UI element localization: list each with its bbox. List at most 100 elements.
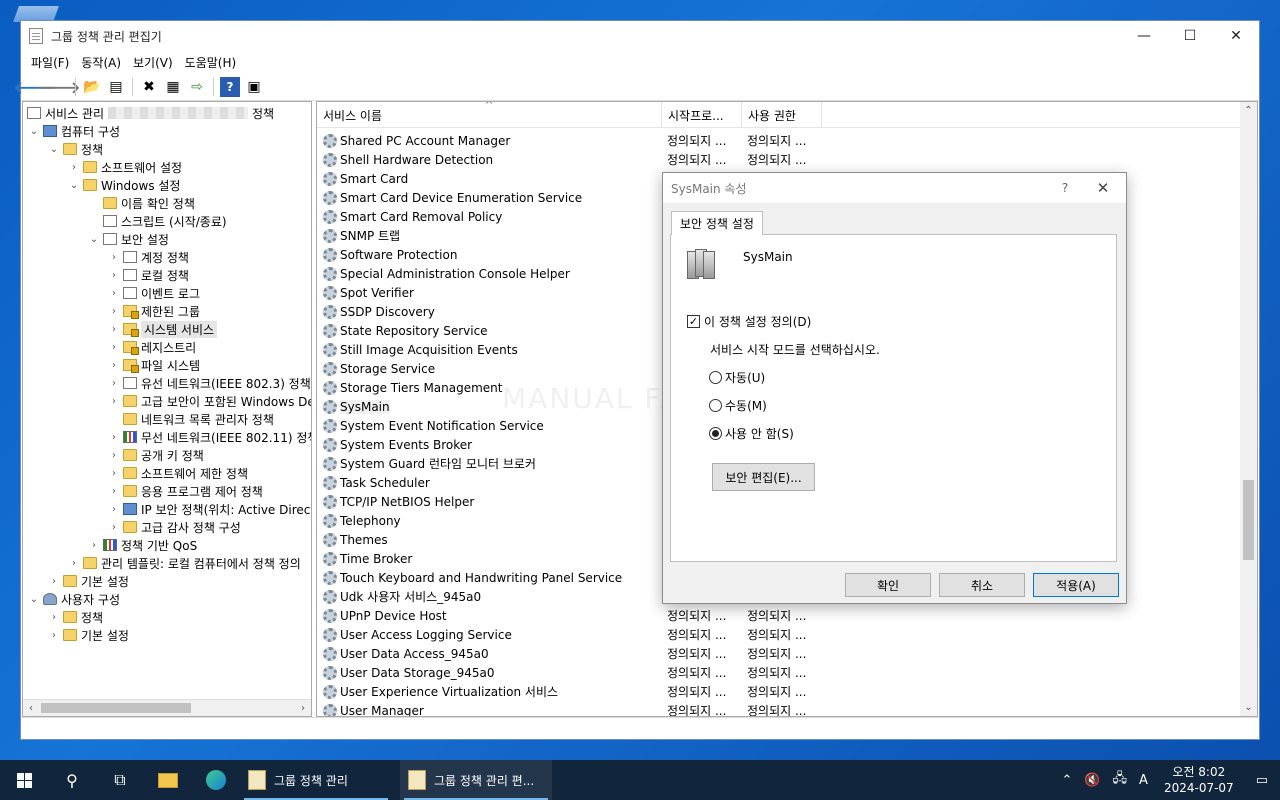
radio-automatic[interactable] <box>709 371 722 384</box>
show-hide-tree-icon[interactable]: ▤ <box>106 77 126 97</box>
expand-chevron-icon[interactable]: › <box>107 522 121 533</box>
help-icon[interactable]: ? <box>220 76 240 97</box>
define-policy-label[interactable]: 이 정책 설정 정의(D) <box>704 313 811 330</box>
cancel-button[interactable]: 취소 <box>939 573 1025 597</box>
collapse-chevron-icon[interactable]: ⌄ <box>87 234 101 245</box>
list-item[interactable]: User Data Storage_945a0 정의되지 ... 정의되지 ... <box>317 663 827 682</box>
network-icon[interactable]: 🖧 <box>1107 769 1134 791</box>
expand-chevron-icon[interactable]: › <box>107 396 121 407</box>
expand-chevron-icon[interactable]: › <box>107 306 121 317</box>
define-policy-checkbox[interactable]: ✓ <box>687 315 700 328</box>
tree-horizontal-scrollbar[interactable]: ‹ › <box>23 699 311 716</box>
tree-pane[interactable]: 서비스 관리 정책 ⌄ 컴퓨터 구성 ⌄ 정책 › 소프트웨어 설정 ⌄ Windows… <box>22 101 312 717</box>
expand-chevron-icon[interactable]: › <box>47 612 61 623</box>
tree-item-system-services[interactable]: › 시스템 서비스 <box>107 320 218 338</box>
tree-item-wired-network[interactable]: › 유선 네트워크(IEEE 802.3) 정책 <box>107 374 311 392</box>
list-vertical-scrollbar[interactable]: ⌃ ⌄ <box>1240 102 1257 716</box>
list-item[interactable]: User Manager 정의되지 ... 정의되지 ... <box>317 701 827 716</box>
list-item[interactable]: UPnP Device Host 정의되지 ... 정의되지 ... <box>317 606 827 625</box>
radio-manual-row[interactable]: 수동(M) <box>709 397 767 414</box>
tree-item-public-key[interactable]: › 공개 키 정책 <box>107 446 204 464</box>
tree-item-wireless-network[interactable]: › 무선 네트워크(IEEE 802.11) 정책 <box>107 428 311 446</box>
clock[interactable]: 오전 8:02 2024-07-07 <box>1154 764 1244 796</box>
collapse-chevron-icon[interactable]: ⌄ <box>27 126 41 137</box>
edit-security-button[interactable]: 보안 편집(E)... <box>712 463 815 491</box>
ok-button[interactable]: 확인 <box>845 573 931 597</box>
tree-item-restricted-groups[interactable]: › 제한된 그룹 <box>107 302 200 320</box>
view-icon[interactable]: ▣ <box>244 77 264 97</box>
tree-item-windows-settings[interactable]: ⌄ Windows 설정 <box>67 176 181 194</box>
ime-indicator[interactable]: A <box>1133 773 1154 788</box>
tree-item-software-restriction[interactable]: › 소프트웨어 제한 정책 <box>107 464 248 482</box>
expand-chevron-icon[interactable]: › <box>107 342 121 353</box>
scroll-left-icon[interactable]: ‹ <box>23 700 39 716</box>
menu-view[interactable]: 보기(V) <box>127 54 179 71</box>
expand-chevron-icon[interactable]: › <box>107 270 121 281</box>
tree-item-qos[interactable]: › 정책 기반 QoS <box>87 536 197 554</box>
radio-disabled-row[interactable]: 사용 안 함(S) <box>709 425 794 442</box>
tree-item-network-list-manager[interactable]: 네트워크 목록 관리자 정책 <box>107 410 274 428</box>
radio-disabled-label[interactable]: 사용 안 함(S) <box>725 425 794 442</box>
apply-button[interactable]: 적용(A) <box>1033 573 1119 597</box>
expand-chevron-icon[interactable]: › <box>47 630 61 641</box>
scrollbar-thumb[interactable] <box>41 703 191 713</box>
expand-chevron-icon[interactable]: › <box>107 450 121 461</box>
tree-item-local-policies[interactable]: › 로컬 정책 <box>107 266 189 284</box>
notification-icon[interactable]: ▭ <box>1244 773 1280 788</box>
taskbar-app-gpmc[interactable]: 그룹 정책 관리 <box>240 760 392 800</box>
scroll-up-icon[interactable]: ⌃ <box>1240 102 1257 119</box>
list-item[interactable]: User Experience Virtualization 서비스 정의되지 .… <box>317 682 827 701</box>
tree-item-scripts[interactable]: 스크립트 (시작/종료) <box>87 212 227 230</box>
volume-muted-icon[interactable]: 🔇 <box>1078 773 1106 788</box>
radio-manual-label[interactable]: 수동(M) <box>725 397 767 414</box>
collapse-chevron-icon[interactable]: ⌄ <box>47 144 61 155</box>
tree-item-event-log[interactable]: › 이벤트 로그 <box>107 284 200 302</box>
tab-security-policy-setting[interactable]: 보안 정책 설정 <box>671 211 763 235</box>
list-item[interactable]: User Access Logging Service 정의되지 ... 정의되지 … <box>317 625 827 644</box>
start-button[interactable] <box>0 760 48 800</box>
export-list-icon[interactable]: ⇨ <box>187 77 207 97</box>
expand-chevron-icon[interactable]: › <box>107 288 121 299</box>
radio-disabled[interactable] <box>709 427 722 440</box>
tree-item-computer-config[interactable]: ⌄ 컴퓨터 구성 <box>27 122 120 140</box>
chevron-up-icon[interactable]: ⌃ <box>1055 773 1078 788</box>
task-view-icon[interactable]: ⧉ <box>96 760 144 800</box>
edge-browser-icon[interactable] <box>192 760 240 800</box>
tree-item-ip-security[interactable]: ›IP 보안 정책(위치: Active Directory) <box>107 500 311 518</box>
collapse-chevron-icon[interactable]: ⌄ <box>67 180 81 191</box>
forward-arrow-icon[interactable]: 🡒 <box>38 77 81 97</box>
tree-root[interactable]: 서비스 관리 정책 <box>25 104 274 122</box>
menu-action[interactable]: 동작(A) <box>75 54 127 71</box>
delete-icon[interactable]: ✖ <box>139 77 159 97</box>
properties-icon[interactable]: ▦ <box>163 77 183 97</box>
tree-item-security-settings[interactable]: ⌄ 보안 설정 <box>87 230 169 248</box>
tree-item-file-system[interactable]: › 파일 시스템 <box>107 356 200 374</box>
expand-chevron-icon[interactable]: › <box>107 252 121 263</box>
expand-chevron-icon[interactable]: › <box>67 558 81 569</box>
tree-item-user-config[interactable]: ⌄ 사용자 구성 <box>27 590 120 608</box>
tree-item-advanced-audit[interactable]: › 고급 감사 정책 구성 <box>107 518 241 536</box>
scroll-down-icon[interactable]: ⌄ <box>1240 699 1257 716</box>
tree-item-user-preferences[interactable]: › 기본 설정 <box>47 626 129 644</box>
up-folder-icon[interactable]: 📂 <box>82 77 102 97</box>
column-header-service-name[interactable]: ^ 서비스 이름 <box>317 102 662 128</box>
search-icon[interactable]: ⚲ <box>48 760 96 800</box>
tree-item-account-policies[interactable]: › 계정 정책 <box>107 248 189 266</box>
scrollbar-thumb[interactable] <box>1243 480 1254 560</box>
expand-chevron-icon[interactable]: › <box>107 324 121 335</box>
file-explorer-icon[interactable] <box>144 760 192 800</box>
dialog-close-button[interactable]: ✕ <box>1080 179 1126 197</box>
expand-chevron-icon[interactable]: › <box>67 162 81 173</box>
expand-chevron-icon[interactable]: › <box>107 360 121 371</box>
help-question-icon[interactable]: ? <box>1050 181 1080 195</box>
column-header-startup[interactable]: 시작프로... <box>662 102 742 128</box>
tree-item-name-resolution[interactable]: 이름 확인 정책 <box>87 194 195 212</box>
define-policy-checkbox-row[interactable]: ✓ 이 정책 설정 정의(D) <box>687 313 811 330</box>
tree-item-admin-templates[interactable]: › 관리 템플릿: 로컬 컴퓨터에서 정책 정의 <box>67 554 301 572</box>
radio-manual[interactable] <box>709 399 722 412</box>
tree-item-preferences[interactable]: › 기본 설정 <box>47 572 129 590</box>
menu-help[interactable]: 도움말(H) <box>179 54 243 71</box>
tree-item-user-policies[interactable]: › 정책 <box>47 608 103 626</box>
list-item[interactable]: Shell Hardware Detection 정의되지 ... 정의되지 ... <box>317 150 827 169</box>
maximize-button[interactable]: ☐ <box>1167 21 1213 51</box>
